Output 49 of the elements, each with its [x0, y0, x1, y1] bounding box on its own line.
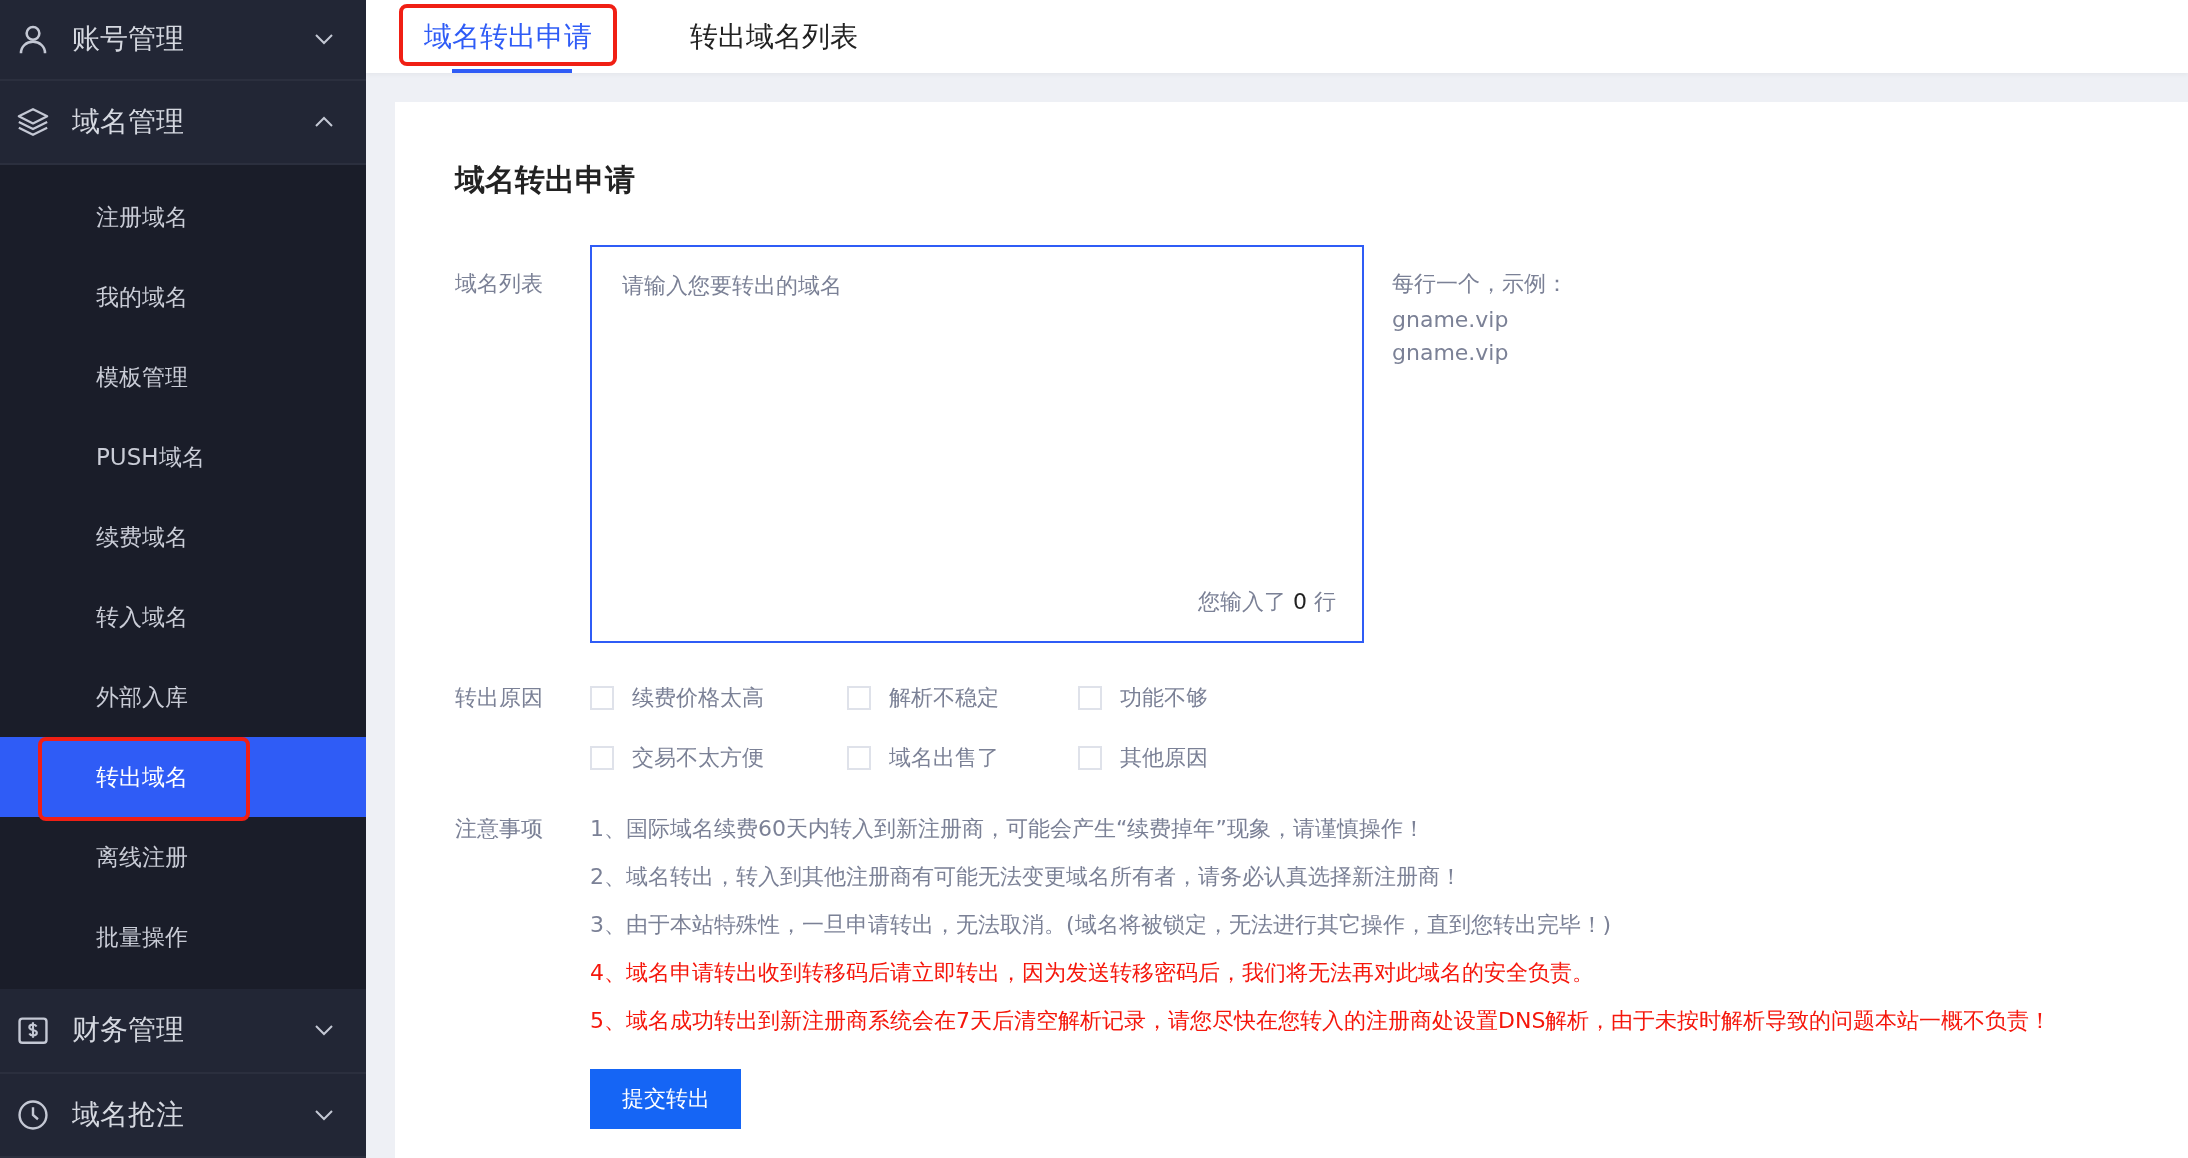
sidebar-item[interactable]: 续费域名 [0, 497, 366, 578]
group-label: 域名抢注 [72, 1096, 185, 1133]
checkbox-label[interactable]: 功能不够 [1120, 681, 1208, 715]
sidebar-item[interactable]: 外部入库 [0, 657, 366, 738]
notice-text: 3、由于本站特殊性，一旦申请转出，无法取消。(域名将被锁定，无法进行其它操作，直到您转出完毕！) [590, 911, 1613, 939]
sidebar-group[interactable]: 域名抢注 [0, 1073, 366, 1158]
checkbox-label[interactable]: 解析不稳定 [889, 681, 999, 715]
hint-text: gname.vip [1392, 307, 1510, 332]
sidebar-item[interactable]: 批量操作 [0, 897, 366, 978]
checkbox[interactable] [847, 746, 871, 770]
hint-text: gname.vip [1392, 340, 1510, 365]
notice-text: 5、域名成功转出到新注册商系统会在7天后清空解析记录，请您尽快在您转入的注册商处设置DNS解析，由于未按时解析导致的问题本站一概不负责！ [590, 1007, 2052, 1035]
field-label: 域名列表 [455, 270, 544, 298]
group-label: 域名管理 [72, 103, 185, 140]
checkbox[interactable] [590, 686, 614, 710]
checkbox-label[interactable]: 其他原因 [1120, 741, 1208, 775]
sidebar-group[interactable]: 域名管理 [0, 80, 366, 166]
checkbox-label[interactable]: 续费价格太高 [632, 681, 764, 715]
sidebar-item[interactable]: 离线注册 [0, 817, 366, 898]
page-title: 域名转出申请 [455, 161, 636, 199]
sidebar-item[interactable]: 转入域名 [0, 577, 366, 658]
checkbox-label[interactable]: 交易不太方便 [632, 741, 764, 775]
domain-list-field[interactable]: 请输入您要转出的域名 您输入了 0 行 [590, 245, 1364, 643]
notice-text: 2、域名转出，转入到其他注册商有可能无法变更域名所有者，请务必认真选择新注册商！ [590, 863, 1463, 891]
tab[interactable]: 转出域名列表 [665, 0, 883, 73]
submit-button[interactable]: 提交转出 [590, 1069, 741, 1129]
placeholder: 请输入您要转出的域名 [622, 273, 842, 298]
field-label: 注意事项 [455, 815, 544, 843]
tab[interactable]: 域名转出申请 [399, 0, 617, 73]
sidebar-item[interactable]: 我的域名 [0, 257, 366, 338]
notice-text: 1、国际域名续费60天内转入到新注册商，可能会产生“续费掉年”现象，请谨慎操作！ [590, 815, 1426, 843]
field-label: 转出原因 [455, 684, 544, 712]
checkbox-label[interactable]: 域名出售了 [889, 741, 999, 775]
sidebar-group[interactable]: 财务管理 [0, 989, 366, 1074]
checkbox[interactable] [847, 686, 871, 710]
sidebar-item[interactable]: PUSH域名 [0, 417, 366, 498]
sidebar-group[interactable]: 账号管理 [0, 0, 366, 81]
notice-text: 4、域名申请转出收到转移码后请立即转出，因为发送转移密码后，我们将无法再对此域名的安全负责。 [590, 959, 1595, 987]
checkbox[interactable] [590, 746, 614, 770]
line-counter: 您输入了 0 行 [1198, 588, 1336, 616]
checkbox[interactable] [1078, 746, 1102, 770]
hint-text: 每行一个，示例： [1392, 270, 1568, 298]
checkbox[interactable] [1078, 686, 1102, 710]
clock-icon [16, 1097, 50, 1132]
sidebar-item[interactable]: 模板管理 [0, 337, 366, 418]
sidebar-item[interactable]: 转出域名 [0, 737, 366, 818]
group-label: 账号管理 [72, 21, 185, 58]
sidebar-item[interactable]: 注册域名 [0, 177, 366, 258]
group-label: 财务管理 [72, 1012, 185, 1049]
